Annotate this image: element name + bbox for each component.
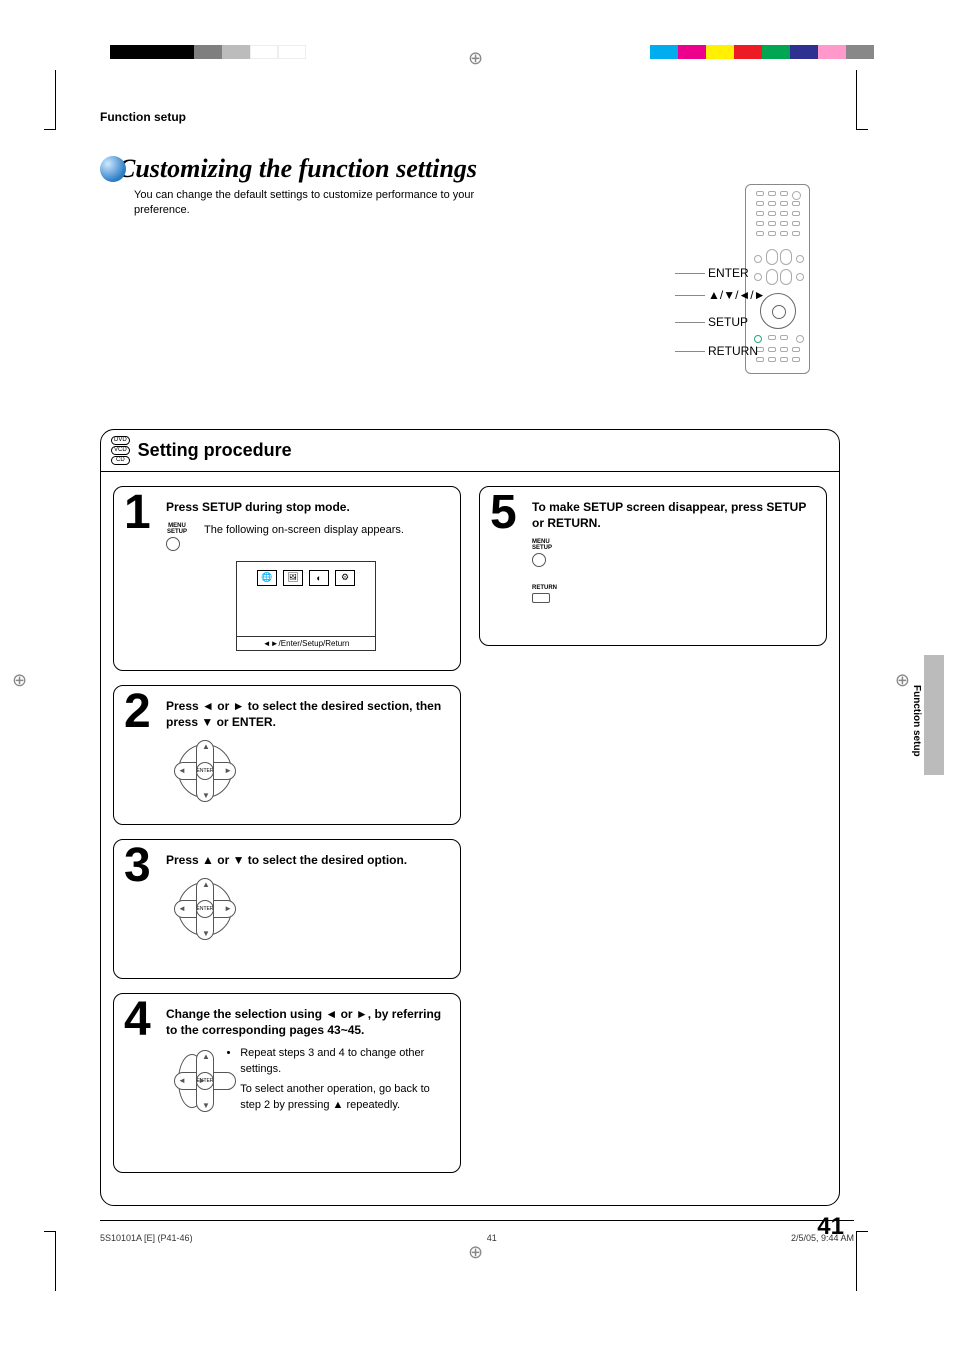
step-number: 3	[124, 842, 151, 890]
button-label: MENU SETUP	[166, 523, 188, 535]
procedure-title: Setting procedure	[138, 440, 292, 461]
leader-line	[675, 322, 705, 323]
procedure-header: DVD VCD CD Setting procedure	[101, 430, 839, 472]
dpad-icon: ENTER ▲▼ ◄►	[174, 1050, 210, 1112]
page-title: Customizing the function settings	[100, 154, 840, 184]
print-footer: 5S10101A [E] (P41-46) 41 2/5/05, 9:44 AM	[100, 1233, 854, 1243]
setup-button-icon	[532, 553, 546, 567]
step-bullets: Repeat steps 3 and 4 to change other set…	[240, 1046, 446, 1118]
section-label: Function setup	[100, 110, 840, 124]
disc-type-icons: DVD VCD CD	[111, 436, 130, 465]
remote-label-arrows: ▲/▼/◄/►	[708, 288, 766, 302]
leader-line	[675, 351, 705, 352]
step-title: Press ◄ or ► to select the desired secti…	[166, 698, 446, 730]
remote-label-setup: SETUP	[708, 315, 748, 329]
footer-doc-id: 5S10101A [E] (P41-46)	[100, 1233, 193, 1243]
registration-mark-left: ⊕	[12, 670, 27, 691]
button-label: MENU SETUP	[532, 539, 560, 551]
step-title: To make SETUP screen disappear, press SE…	[532, 499, 812, 531]
step-note: The following on-screen display appears.	[204, 523, 404, 539]
step-number: 2	[124, 688, 151, 736]
registration-mark-top: ⊕	[468, 48, 483, 69]
step-title: Change the selection using ◄ or ►, by re…	[166, 1006, 446, 1038]
return-button-label: RETURN	[532, 585, 562, 591]
step-1: 1 Press SETUP during stop mode. MENU SET…	[113, 486, 461, 671]
crop-mark	[856, 1231, 868, 1291]
footer-timestamp: 2/5/05, 9:44 AM	[791, 1233, 854, 1243]
gray-ramp	[110, 45, 306, 59]
side-tab-label: Function setup	[911, 685, 922, 757]
step-number: 5	[490, 489, 517, 537]
procedure-box: DVD VCD CD Setting procedure 1 Press SET…	[100, 429, 840, 1206]
leader-line	[675, 273, 705, 274]
crop-mark	[856, 70, 868, 130]
osd-parental-icon: ⚙	[335, 570, 355, 586]
color-bars	[650, 45, 874, 59]
bullet-item: To select another operation, go back to …	[240, 1082, 446, 1114]
step-number: 1	[124, 489, 151, 537]
remote-label-return: RETURN	[708, 344, 758, 358]
crop-mark	[44, 1231, 56, 1291]
title-block: Customizing the function settings You ca…	[100, 154, 840, 219]
bullet-sphere-icon	[100, 156, 126, 182]
setup-button-icon	[166, 537, 180, 551]
step-5: 5 To make SETUP screen disappear, press …	[479, 486, 827, 646]
step-4: 4 Change the selection using ◄ or ►, by …	[113, 993, 461, 1173]
footer-rule	[100, 1220, 854, 1221]
side-tab-bar	[924, 655, 944, 775]
step-3: 3 Press ▲ or ▼ to select the desired opt…	[113, 839, 461, 979]
page-subtitle: You can change the default settings to c…	[134, 188, 494, 219]
disc-cd: CD	[111, 456, 130, 465]
registration-mark-bottom: ⊕	[468, 1242, 483, 1263]
registration-mark-right: ⊕	[895, 670, 910, 691]
step-2: 2 Press ◄ or ► to select the desired sec…	[113, 685, 461, 825]
leader-line	[675, 295, 705, 296]
osd-language-icon: 🌐	[257, 570, 277, 586]
step-title: Press SETUP during stop mode.	[166, 499, 446, 515]
step-number: 4	[124, 996, 151, 1044]
page-content: Function setup Customizing the function …	[100, 110, 840, 1206]
disc-dvd: DVD	[111, 436, 130, 445]
dpad-icon: ENTER ▲▼ ◄►	[174, 878, 236, 940]
osd-audio-icon: ◐	[309, 570, 329, 586]
bullet-item: Repeat steps 3 and 4 to change other set…	[240, 1046, 446, 1078]
osd-preview: 🌐 🖼 ◐ ⚙ ◄►/Enter/Setup/Return	[236, 561, 376, 651]
return-button-icon	[532, 593, 550, 603]
footer-page: 41	[487, 1233, 497, 1243]
osd-picture-icon: 🖼	[283, 570, 303, 586]
osd-footer-text: ◄►/Enter/Setup/Return	[237, 636, 375, 650]
dpad-icon: ENTER ▲▼ ◄►	[174, 740, 236, 802]
disc-vcd: VCD	[111, 446, 130, 455]
remote-label-enter: ENTER	[708, 266, 749, 280]
step-title: Press ▲ or ▼ to select the desired optio…	[166, 852, 446, 868]
dpad-center-label: ENTER	[196, 900, 214, 918]
crop-mark	[44, 70, 56, 130]
